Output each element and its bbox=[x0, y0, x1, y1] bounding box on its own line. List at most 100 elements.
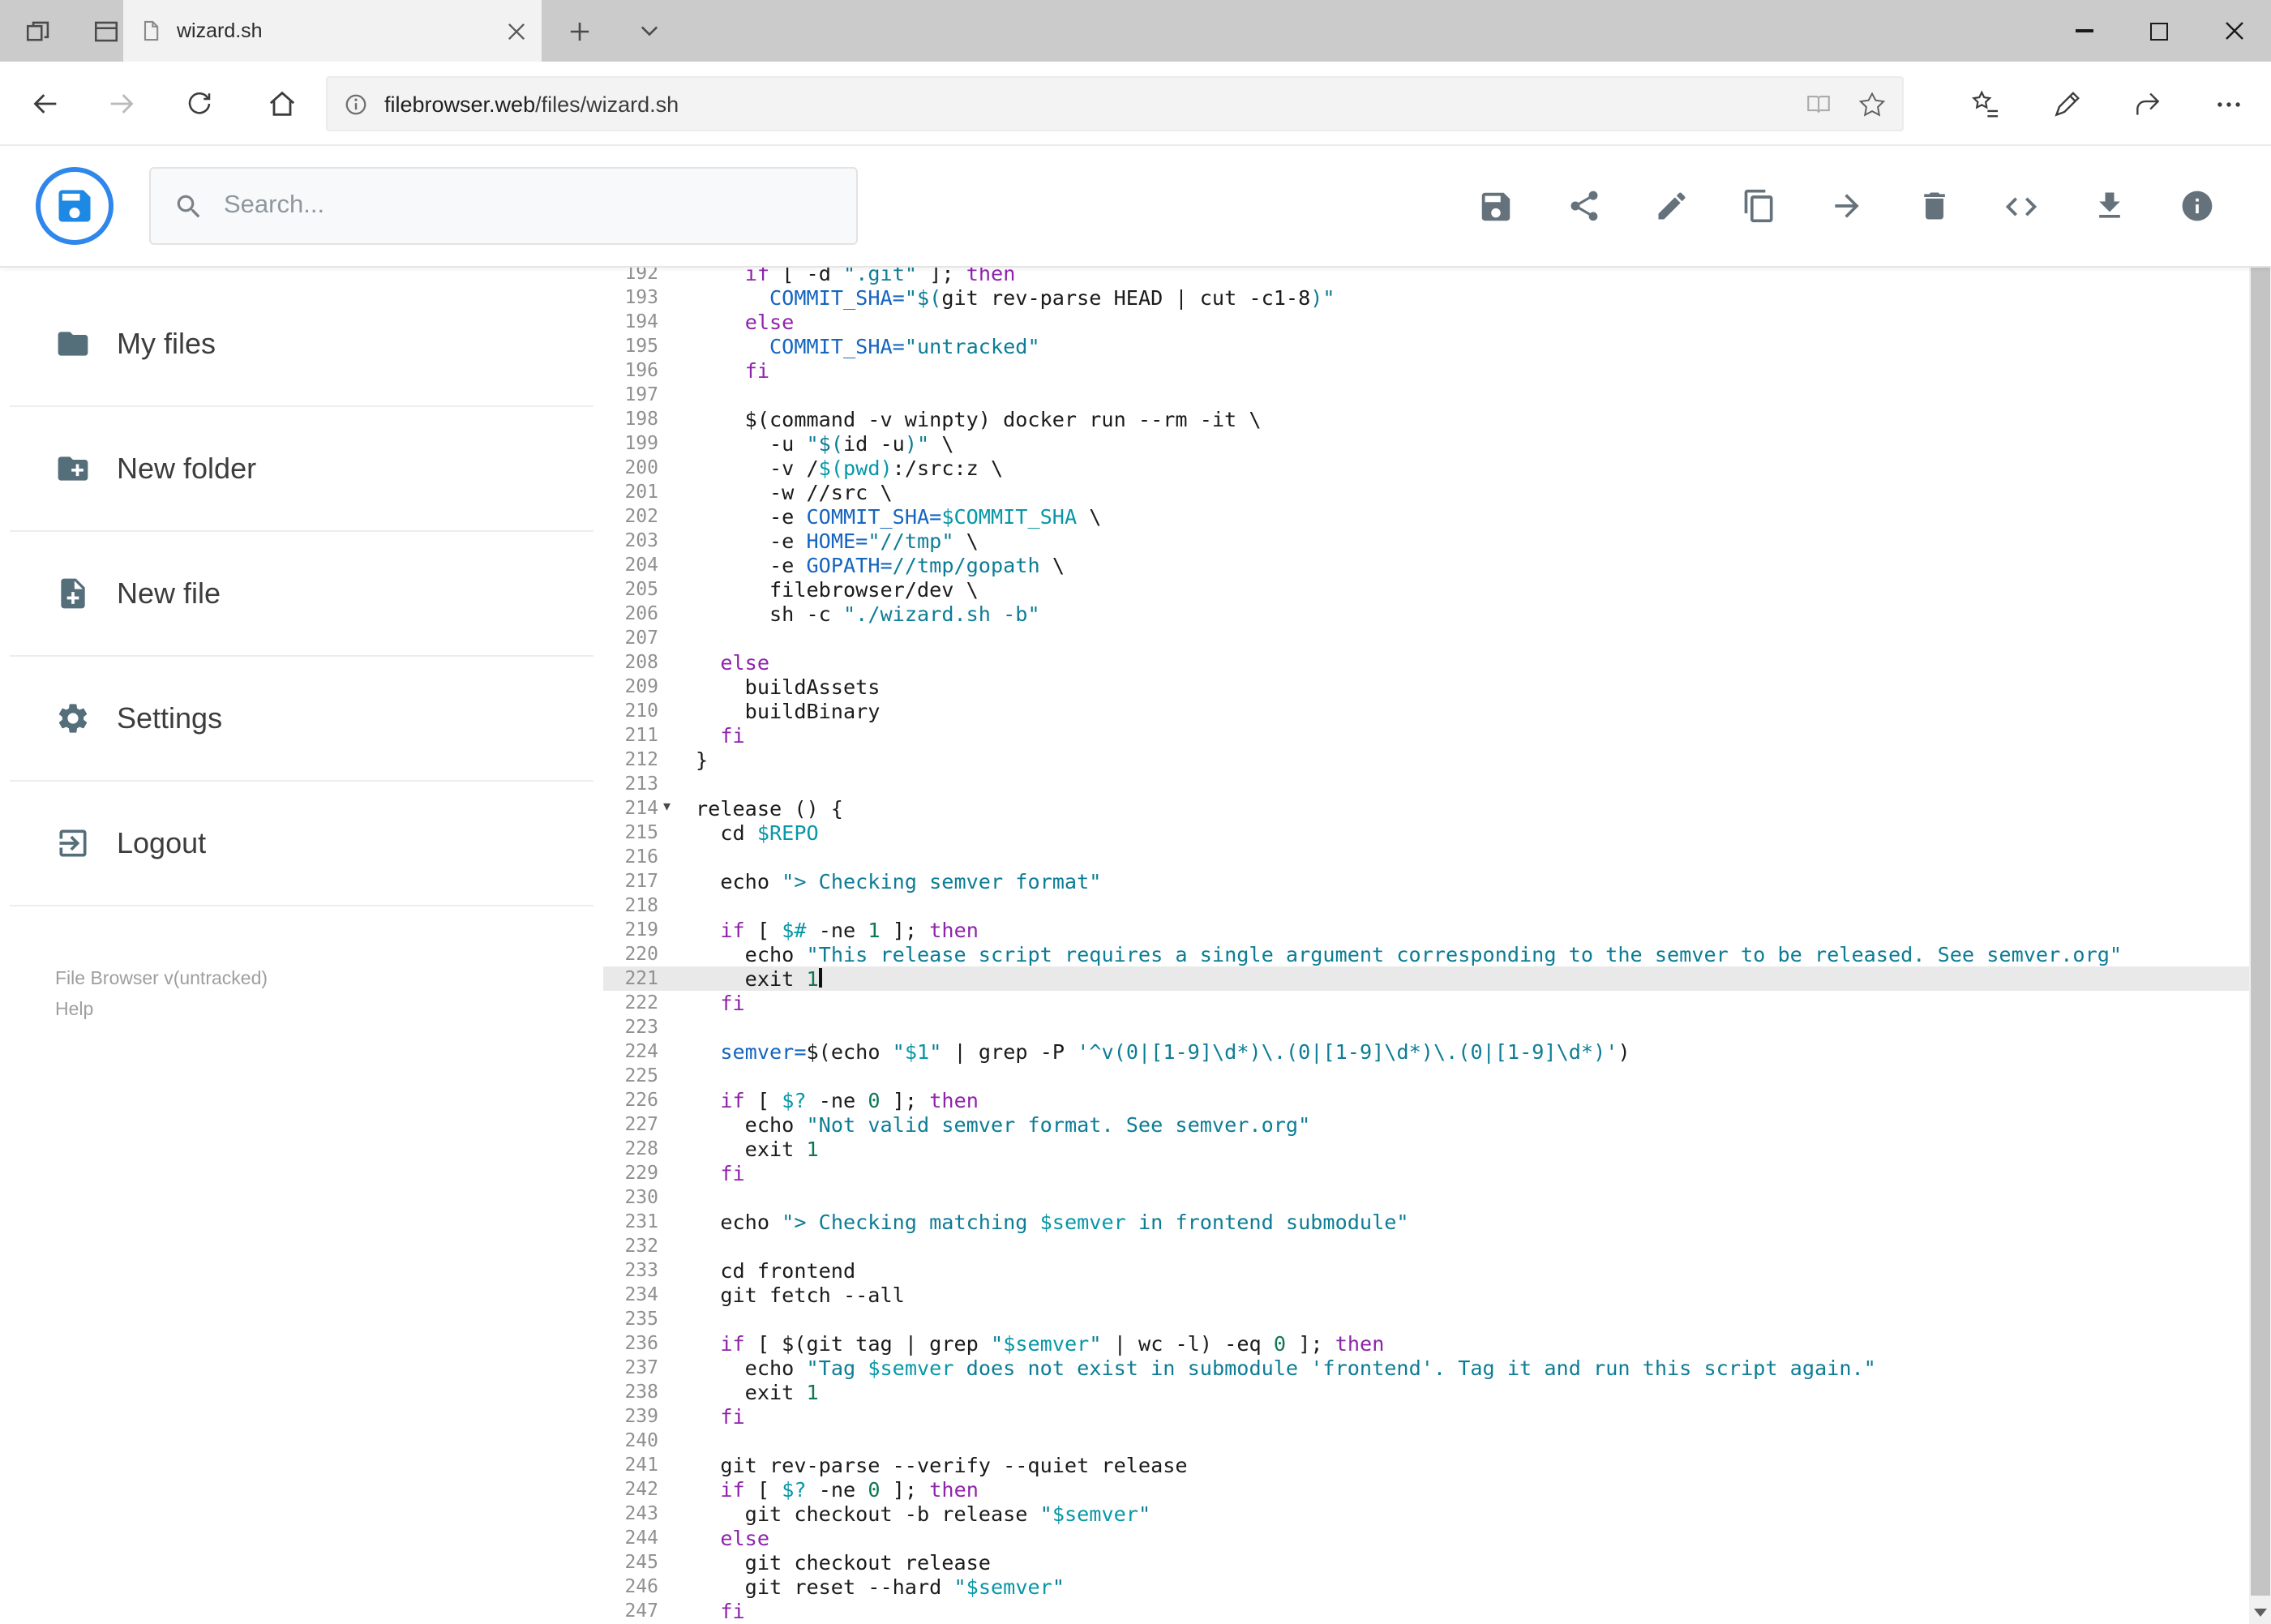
code-line[interactable]: 240 bbox=[603, 1428, 2248, 1452]
minimize-button[interactable] bbox=[2047, 0, 2122, 62]
search-input[interactable]: Search... bbox=[149, 167, 858, 245]
code-line[interactable]: 206 sh -c "./wizard.sh -b" bbox=[603, 601, 2248, 625]
code-line[interactable]: 211 fi bbox=[603, 722, 2248, 747]
code-line[interactable]: 218 bbox=[603, 893, 2248, 917]
sidebar-item-new-file[interactable]: New file bbox=[10, 532, 593, 657]
ink-workspace-icon[interactable] bbox=[2046, 84, 2085, 123]
code-line[interactable]: 235 bbox=[603, 1306, 2248, 1330]
copy-button[interactable] bbox=[1739, 186, 1778, 225]
code-line[interactable]: 216 bbox=[603, 844, 2248, 868]
code-line[interactable]: 238 exit 1 bbox=[603, 1379, 2248, 1403]
code-line[interactable]: 237 echo "Tag $semver does not exist in … bbox=[603, 1355, 2248, 1379]
code-line[interactable]: 199 -u "$(id -u)" \ bbox=[603, 431, 2248, 455]
sidebar-item-my-files[interactable]: My files bbox=[10, 282, 593, 407]
code-line[interactable]: 212} bbox=[603, 747, 2248, 771]
code-line[interactable]: 242 if [ $? -ne 0 ]; then bbox=[603, 1476, 2248, 1501]
line-number: 236 bbox=[624, 1330, 658, 1353]
code-line[interactable]: 247 fi bbox=[603, 1598, 2248, 1622]
code-line[interactable]: 204 -e GOPATH=//tmp/gopath \ bbox=[603, 552, 2248, 576]
save-button[interactable] bbox=[1476, 186, 1515, 225]
close-button[interactable] bbox=[2196, 0, 2271, 62]
code-line[interactable]: 197 bbox=[603, 382, 2248, 406]
reading-view-icon[interactable] bbox=[1805, 90, 1832, 118]
scrollbar-thumb[interactable] bbox=[2250, 175, 2269, 1595]
code-line[interactable]: 213 bbox=[603, 771, 2248, 795]
maximize-button[interactable] bbox=[2122, 0, 2196, 62]
more-options-icon[interactable] bbox=[2209, 84, 2247, 123]
delete-button[interactable] bbox=[1914, 186, 1953, 225]
sidebar-item-new-folder[interactable]: New folder bbox=[10, 407, 593, 532]
share-button[interactable] bbox=[1564, 186, 1603, 225]
filebrowser-logo[interactable] bbox=[36, 167, 114, 245]
share-icon[interactable] bbox=[2127, 84, 2166, 123]
code-line[interactable]: 220 echo "This release script requires a… bbox=[603, 941, 2248, 966]
set-tabs-aside-icon[interactable] bbox=[23, 16, 52, 45]
new-tab-button[interactable] bbox=[564, 16, 593, 45]
code-line[interactable]: 243 git checkout -b release "$semver" bbox=[603, 1501, 2248, 1525]
code-line[interactable]: 225 bbox=[603, 1063, 2248, 1087]
fold-marker-icon[interactable]: ▾ bbox=[663, 795, 671, 820]
tab-close-icon[interactable] bbox=[508, 22, 525, 40]
code-line[interactable]: 207 bbox=[603, 625, 2248, 649]
code-line[interactable]: 210 buildBinary bbox=[603, 698, 2248, 722]
refresh-button[interactable] bbox=[180, 84, 219, 123]
code-line[interactable]: 222 fi bbox=[603, 990, 2248, 1014]
source-code-button[interactable] bbox=[2002, 186, 2041, 225]
move-button[interactable] bbox=[1827, 186, 1866, 225]
code-line[interactable]: 229 fi bbox=[603, 1160, 2248, 1185]
code-line[interactable]: 236 if [ $(git tag | grep "$semver" | wc… bbox=[603, 1330, 2248, 1355]
code-line[interactable]: 233 cd frontend bbox=[603, 1258, 2248, 1282]
code-line[interactable]: 208 else bbox=[603, 649, 2248, 674]
code-editor[interactable]: 192 if [ -d ".git" ]; then 193 COMMIT_SHA… bbox=[603, 266, 2248, 1624]
home-button[interactable] bbox=[263, 84, 302, 123]
code-line[interactable]: 245 git checkout release bbox=[603, 1549, 2248, 1574]
tabs-preview-icon[interactable] bbox=[91, 16, 120, 45]
code-line[interactable]: 196 fi bbox=[603, 358, 2248, 382]
code-line[interactable]: 219 if [ $# -ne 1 ]; then bbox=[603, 917, 2248, 941]
info-button[interactable] bbox=[2177, 186, 2216, 225]
code-line[interactable]: 234 git fetch --all bbox=[603, 1282, 2248, 1306]
forward-button[interactable] bbox=[102, 84, 141, 123]
code-line[interactable]: 198 $(command -v winpty) docker run --rm… bbox=[603, 406, 2248, 431]
download-button[interactable] bbox=[2089, 186, 2128, 225]
sidebar-item-settings[interactable]: Settings bbox=[10, 657, 593, 782]
code-line[interactable]: 228 exit 1 bbox=[603, 1136, 2248, 1160]
code-line[interactable]: 209 buildAssets bbox=[603, 674, 2248, 698]
tab-list-chevron-icon[interactable] bbox=[636, 19, 662, 42]
sidebar-item-logout[interactable]: Logout bbox=[10, 782, 593, 906]
browser-tab[interactable]: wizard.sh bbox=[123, 0, 542, 62]
code-line[interactable]: 232 bbox=[603, 1233, 2248, 1258]
address-bar[interactable]: filebrowser.web/files/wizard.sh bbox=[326, 76, 1904, 131]
code-line[interactable]: 231 echo "> Checking matching $semver in… bbox=[603, 1209, 2248, 1233]
rename-button[interactable] bbox=[1652, 186, 1690, 225]
code-line[interactable]: 194 else bbox=[603, 309, 2248, 333]
code-line[interactable]: 192 if [ -d ".git" ]; then bbox=[603, 266, 2248, 285]
code-line[interactable]: 226 if [ $? -ne 0 ]; then bbox=[603, 1087, 2248, 1112]
code-line[interactable]: 246 git reset --hard "$semver" bbox=[603, 1574, 2248, 1598]
code-line[interactable]: 201 -w //src \ bbox=[603, 479, 2248, 503]
back-button[interactable] bbox=[26, 84, 65, 123]
code-line[interactable]: 217 echo "> Checking semver format" bbox=[603, 868, 2248, 893]
code-line[interactable]: 195 COMMIT_SHA="untracked" bbox=[603, 333, 2248, 358]
code-line[interactable]: 193 COMMIT_SHA="$(git rev-parse HEAD | c… bbox=[603, 285, 2248, 309]
code-line[interactable]: 223 bbox=[603, 1014, 2248, 1039]
hub-icon[interactable] bbox=[1965, 84, 2004, 123]
code-line[interactable]: 230 bbox=[603, 1185, 2248, 1209]
code-line[interactable]: 227 echo "Not valid semver format. See s… bbox=[603, 1112, 2248, 1136]
code-line[interactable]: 221 exit 1 bbox=[603, 966, 2248, 990]
code-line[interactable]: 244 else bbox=[603, 1525, 2248, 1549]
code-line[interactable]: 200 -v /$(pwd):/src:z \ bbox=[603, 455, 2248, 479]
scroll-down-arrow[interactable] bbox=[2248, 1601, 2271, 1624]
code-line[interactable]: 202 -e COMMIT_SHA=$COMMIT_SHA \ bbox=[603, 503, 2248, 528]
code-line[interactable]: 215 cd $REPO bbox=[603, 820, 2248, 844]
code-line[interactable]: 239 fi bbox=[603, 1403, 2248, 1428]
code-line[interactable]: 241 git rev-parse --verify --quiet relea… bbox=[603, 1452, 2248, 1476]
page-info-icon[interactable] bbox=[344, 92, 368, 116]
code-line[interactable]: 205 filebrowser/dev \ bbox=[603, 576, 2248, 601]
code-line[interactable]: 203 -e HOME="//tmp" \ bbox=[603, 528, 2248, 552]
page-scrollbar[interactable] bbox=[2248, 149, 2271, 1624]
code-line[interactable]: 214 ▾ release () { bbox=[603, 795, 2248, 820]
help-link[interactable]: Help bbox=[55, 996, 603, 1026]
code-line[interactable]: 224 semver=$(echo "$1" | grep -P '^v(0|[… bbox=[603, 1039, 2248, 1063]
add-favorite-star-icon[interactable] bbox=[1858, 90, 1886, 118]
